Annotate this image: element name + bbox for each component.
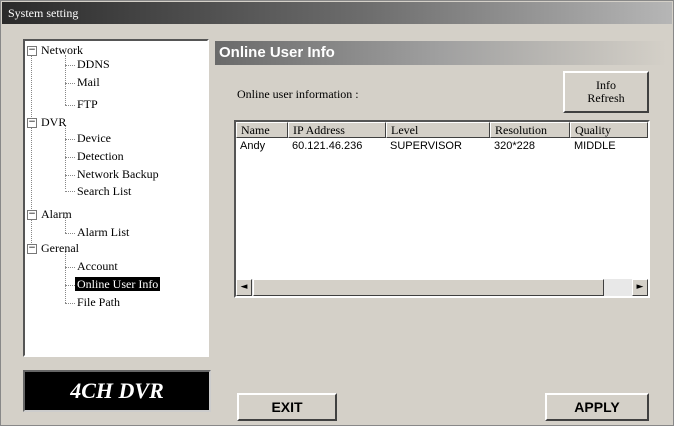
tree-item-alarm[interactable]: Alarm <box>41 207 72 221</box>
info-refresh-line2: Refresh <box>587 91 625 105</box>
scroll-right-icon[interactable]: ► <box>632 279 648 296</box>
scroll-left-icon[interactable]: ◄ <box>236 279 252 296</box>
system-setting-window: System setting − Network DDNS Mail FTP −… <box>0 0 674 426</box>
tree-item-device[interactable]: Device <box>77 131 111 145</box>
horizontal-scrollbar[interactable]: ◄ ► <box>236 279 648 296</box>
apply-button[interactable]: APPLY <box>545 393 649 421</box>
network-collapse-icon[interactable]: − <box>27 46 37 56</box>
tree-item-online-user-info[interactable]: Online User Info <box>75 277 161 291</box>
window-title: System setting <box>2 2 672 24</box>
column-header-name[interactable]: Name <box>236 122 288 138</box>
general-collapse-icon[interactable]: − <box>27 244 37 254</box>
online-user-list[interactable]: Name IP Address Level Resolution Quality… <box>234 120 650 298</box>
column-header-quality[interactable]: Quality <box>570 122 648 138</box>
table-row[interactable]: Andy 60.121.46.236 SUPERVISOR 320*228 MI… <box>236 139 648 153</box>
tree-item-account[interactable]: Account <box>77 259 118 273</box>
cell-quality: MIDDLE <box>574 140 616 152</box>
tree-root-line <box>31 53 32 251</box>
tree-item-ddns[interactable]: DDNS <box>77 57 110 71</box>
column-header-level[interactable]: Level <box>386 122 490 138</box>
cell-ip: 60.121.46.236 <box>292 140 363 152</box>
tree-item-network-backup[interactable]: Network Backup <box>77 167 159 181</box>
dvr-logo: 4CH DVR <box>23 370 211 412</box>
info-refresh-button[interactable]: Info Refresh <box>563 71 649 113</box>
tree-item-general[interactable]: Gerenal <box>41 241 79 255</box>
settings-tree[interactable]: − Network DDNS Mail FTP − DVR Device Det… <box>23 39 209 357</box>
tree-item-detection[interactable]: Detection <box>77 149 124 163</box>
list-header: Name IP Address Level Resolution Quality <box>236 122 648 138</box>
tree-item-file-path[interactable]: File Path <box>77 295 120 309</box>
tree-item-network[interactable]: Network <box>41 43 83 57</box>
tree-network-line <box>65 55 66 105</box>
cell-resolution: 320*228 <box>494 140 535 152</box>
column-header-ip[interactable]: IP Address <box>288 122 386 138</box>
dvr-collapse-icon[interactable]: − <box>27 118 37 128</box>
scroll-thumb[interactable] <box>253 279 604 296</box>
tree-item-ftp[interactable]: FTP <box>77 97 98 111</box>
panel-title: Online User Info <box>215 41 667 65</box>
tree-item-dvr[interactable]: DVR <box>41 115 66 129</box>
online-user-label: Online user information : <box>237 87 359 101</box>
tree-item-mail[interactable]: Mail <box>77 75 100 89</box>
alarm-collapse-icon[interactable]: − <box>27 210 37 220</box>
cell-level: SUPERVISOR <box>390 140 462 152</box>
column-header-resolution[interactable]: Resolution <box>490 122 570 138</box>
exit-button[interactable]: EXIT <box>237 393 337 421</box>
cell-name: Andy <box>240 140 266 152</box>
tree-item-alarm-list[interactable]: Alarm List <box>77 225 129 239</box>
tree-item-search-list[interactable]: Search List <box>77 184 131 198</box>
tree-general-line <box>65 251 66 303</box>
